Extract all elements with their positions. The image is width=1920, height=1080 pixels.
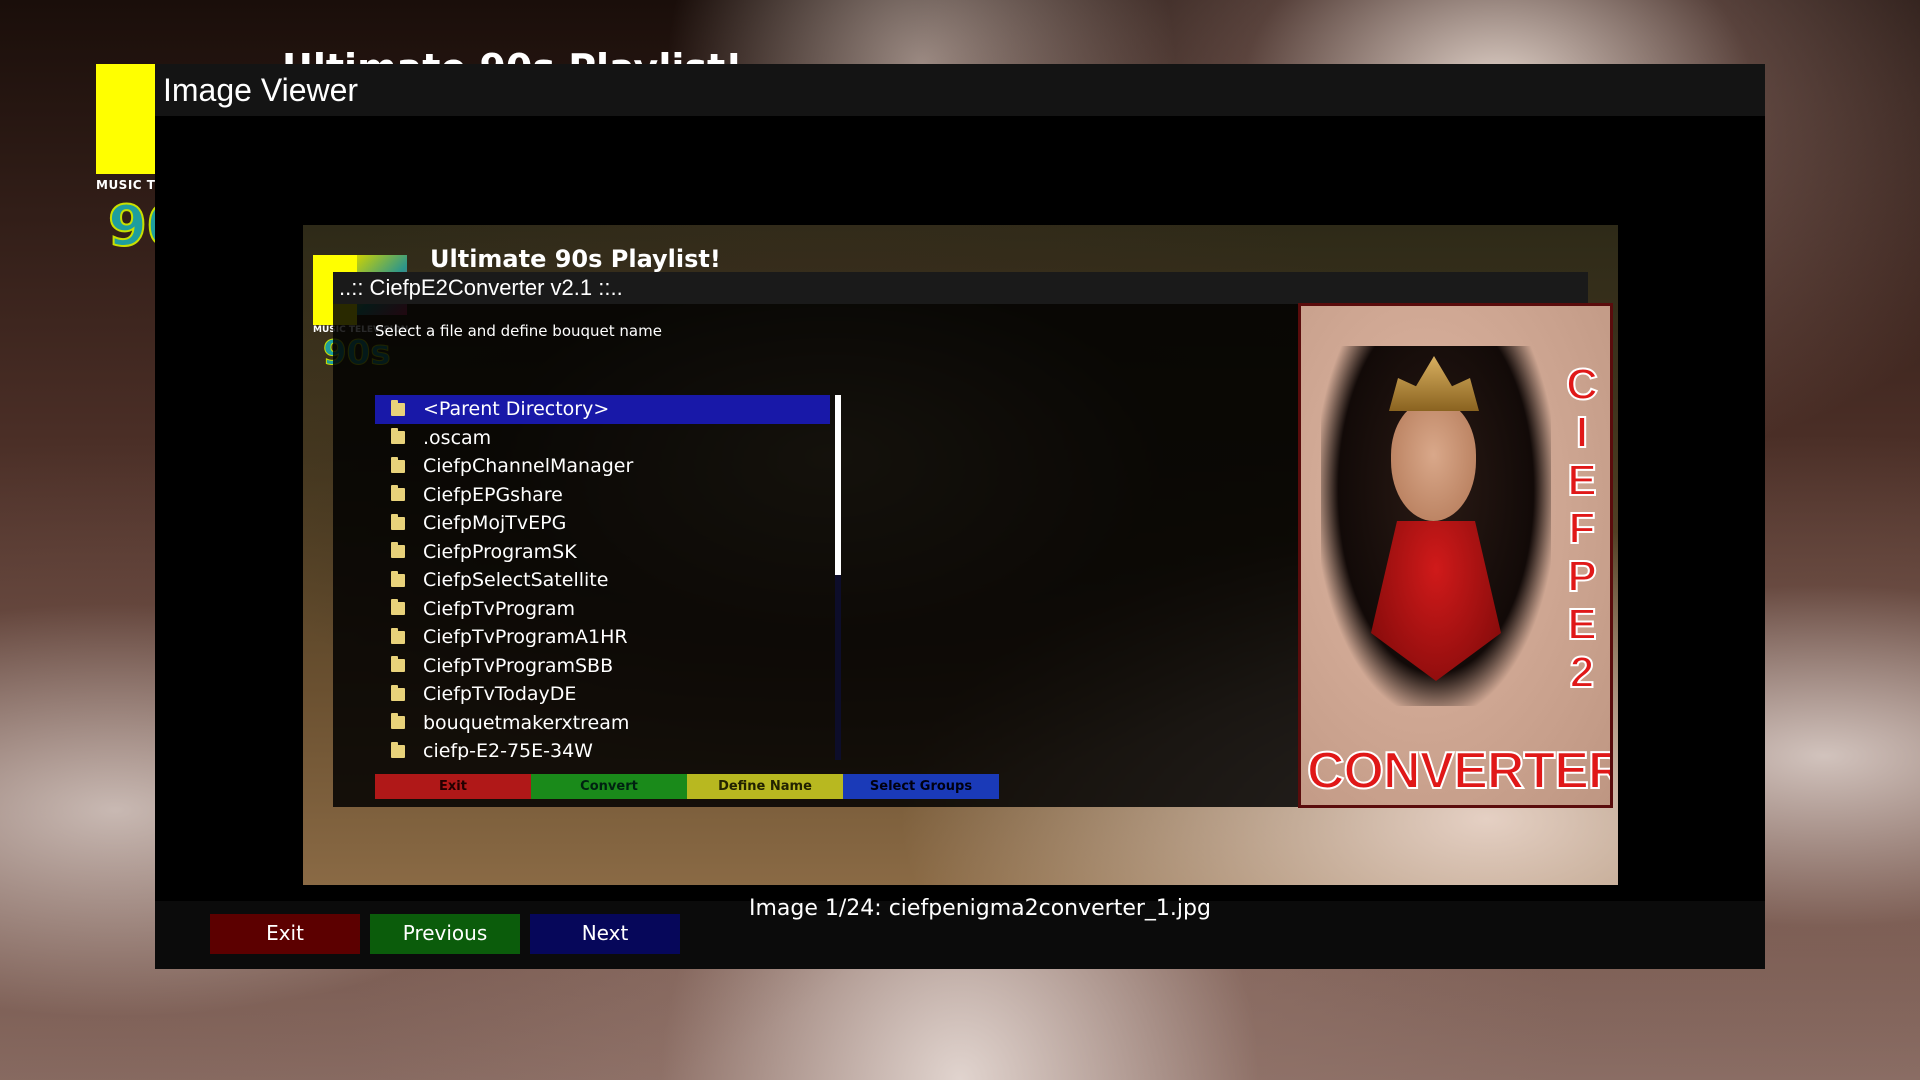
file-list-item-label: CiefpChannelManager [423,455,634,478]
file-list-item: ciefp-E2-75E-34W [375,737,830,760]
green-key-convert: Convert [531,774,687,799]
poster-letter: C [1565,360,1599,410]
poster-letter: F [1568,504,1597,554]
file-list-item-label: CiefpSelectSatellite [423,569,609,592]
poster-letter: E [1566,456,1597,506]
poster-bottom-text: CONVERTER [1306,741,1613,801]
file-list-item: CiefpTvProgramSBB [375,652,830,681]
file-list-item-label: CiefpTvProgramA1HR [423,626,628,649]
plugin-window: ..:: CiefpE2Converter v2.1 ::.. Select a… [333,272,1613,808]
displayed-image: MUSIC TELEVISION 90s Ultimate 90s Playli… [303,225,1618,885]
blue-key-select-groups: Select Groups [843,774,999,799]
file-list-item-label: bouquetmakerxtream [423,711,630,734]
file-list-item: CiefpEPGshare [375,481,830,510]
file-list-item-label: <Parent Directory> [423,398,610,421]
file-list-item: CiefpTvProgram [375,595,830,624]
file-list-item-label: .oscam [423,426,492,449]
file-list-item-label: CiefpMojTvEPG [423,512,567,535]
file-list-item: CiefpChannelManager [375,452,830,481]
folder-icon [391,542,405,559]
folder-icon [391,684,405,701]
folder-icon [391,485,405,502]
poster-face [1391,401,1476,521]
folder-icon [391,570,405,587]
poster-letter: 2 [1569,648,1596,698]
file-list-item-label: CiefpTvProgram [423,597,575,620]
poster-letter: E [1566,600,1597,650]
folder-icon [391,513,405,530]
file-list-item: CiefpTvProgramA1HR [375,623,830,652]
file-list-item: CiefpSelectSatellite [375,566,830,595]
plugin-poster: C I E F P E 2 CONVERTER [1298,303,1613,808]
poster-letter: P [1566,552,1597,602]
file-list-item: .oscam [375,424,830,453]
folder-icon [391,599,405,616]
file-list-item: CiefpTvTodayDE [375,680,830,709]
folder-icon [391,456,405,473]
file-list: <Parent Directory> .oscam CiefpChannelMa… [375,395,830,760]
folder-icon [391,656,405,673]
folder-icon [391,428,405,445]
file-list-item-label: CiefpEPGshare [423,483,563,506]
scrollbar-thumb [835,395,841,575]
file-list-scrollbar [835,395,841,760]
channel-logo [96,64,156,174]
next-button[interactable]: Next [530,914,680,954]
folder-icon [391,741,405,758]
red-key-exit: Exit [375,774,531,799]
image-caption: Image 1/24: ciefpenigma2converter_1.jpg [749,896,1211,921]
file-list-item-label: CiefpProgramSK [423,540,577,563]
folder-icon [391,399,405,416]
plugin-subtitle: Select a file and define bouquet name [375,322,662,340]
plugin-title: ..:: CiefpE2Converter v2.1 ::.. [333,272,1588,304]
poster-letter: I [1575,408,1589,458]
file-list-item: CiefpProgramSK [375,538,830,567]
file-list-item-label: CiefpTvProgramSBB [423,654,614,677]
previous-button[interactable]: Previous [370,914,520,954]
file-list-item-label: ciefp-E2-75E-34W [423,740,593,760]
exit-button[interactable]: Exit [210,914,360,954]
yellow-key-define-name: Define Name [687,774,843,799]
folder-icon [391,713,405,730]
file-list-item-label: CiefpTvTodayDE [423,683,577,706]
screenshot-program-title: Ultimate 90s Playlist! [430,245,721,273]
file-list-item: bouquetmakerxtream [375,709,830,738]
poster-vertical-text: C I E F P E 2 [1562,360,1602,698]
file-list-item: CiefpMojTvEPG [375,509,830,538]
folder-icon [391,627,405,644]
file-list-item: <Parent Directory> [375,395,830,424]
window-title: Image Viewer [155,64,1765,116]
